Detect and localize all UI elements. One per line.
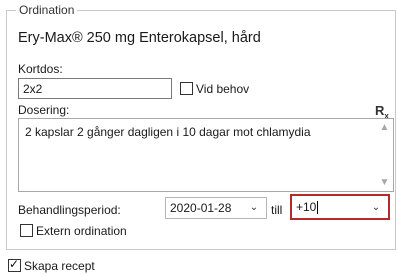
skapa-recept-label: Skapa recept xyxy=(24,259,95,273)
chevron-down-icon[interactable]: ⌄ xyxy=(248,198,260,218)
text-cursor xyxy=(317,201,319,215)
scroll-up-icon[interactable]: ▲ xyxy=(376,119,393,136)
till-label: till xyxy=(271,203,283,217)
ordination-legend: Ordination xyxy=(16,3,78,17)
kortdos-label: Kortdos: xyxy=(18,62,63,76)
extern-ordination-label: Extern ordination xyxy=(36,224,127,238)
end-period-value: +10 xyxy=(296,200,317,214)
skapa-recept-checkbox[interactable]: ✓ xyxy=(8,257,21,272)
chevron-down-icon[interactable]: ⌄ xyxy=(370,197,382,219)
behandlingsperiod-label: Behandlingsperiod: xyxy=(18,203,121,217)
end-period-combo[interactable]: +10 ⌄ xyxy=(290,194,390,220)
vid-behov-label: Vid behov xyxy=(196,82,250,96)
scroll-down-icon[interactable]: ▼ xyxy=(376,174,393,191)
start-date-picker[interactable]: 2020-01-28 ⌄ xyxy=(165,197,267,219)
dosering-scrollbar[interactable]: ▲ ▼ xyxy=(376,119,393,191)
start-date-value: 2020-01-28 xyxy=(170,201,232,215)
check-icon: ✓ xyxy=(9,257,20,271)
dosering-text: 2 kapslar 2 gånger dagligen i 10 dagar m… xyxy=(25,125,311,139)
kortdos-input[interactable]: 2x2 xyxy=(18,78,172,99)
extern-ordination-checkbox[interactable] xyxy=(20,224,33,237)
vid-behov-checkbox[interactable] xyxy=(180,82,193,95)
drug-name: Ery-Max® 250 mg Enterokapsel, hård xyxy=(18,30,261,46)
dosering-textarea[interactable]: 2 kapslar 2 gånger dagligen i 10 dagar m… xyxy=(18,118,394,192)
dosering-label: Dosering: xyxy=(18,103,70,117)
